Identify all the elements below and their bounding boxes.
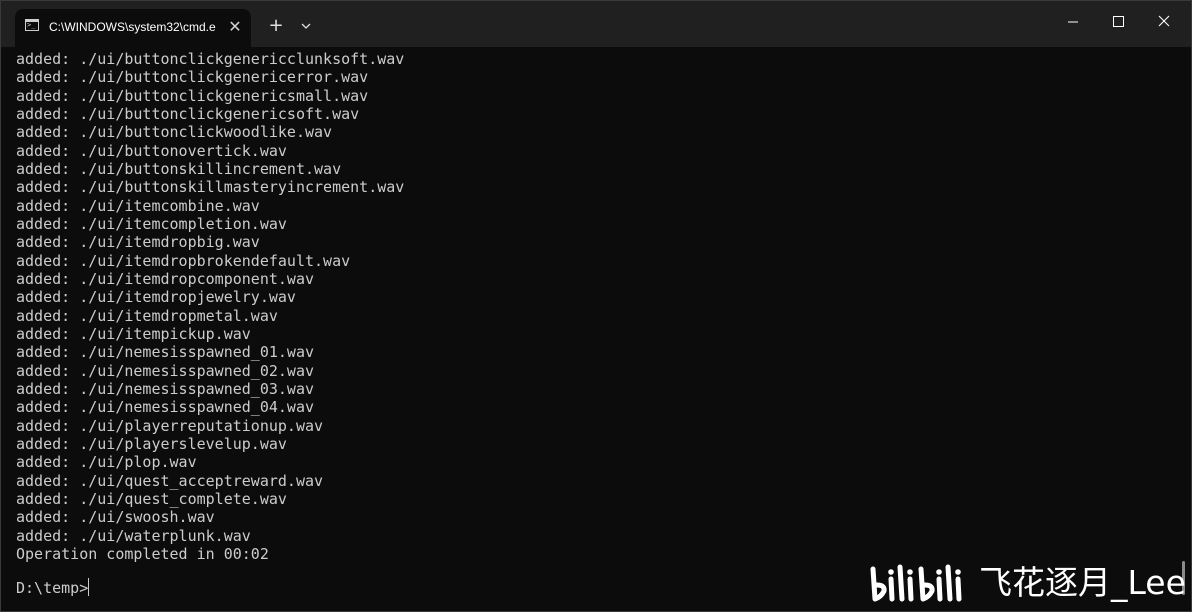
output-line: added: ./ui/waterplunk.wav	[16, 526, 251, 545]
output-line: added: ./ui/playerreputationup.wav	[16, 416, 324, 435]
output-line: added: ./ui/nemesisspawned_04.wav	[16, 398, 315, 417]
close-icon	[1158, 15, 1170, 27]
title-bar[interactable]: C:\WINDOWS\system32\cmd.e ✕ +	[1, 1, 1191, 47]
scrollbar[interactable]	[1177, 47, 1191, 611]
terminal-window: C:\WINDOWS\system32\cmd.e ✕ +	[0, 0, 1192, 612]
output-line: added: ./ui/buttonclickgenericsmall.wav	[16, 86, 369, 105]
command-prompt[interactable]: D:\temp>	[16, 578, 90, 598]
output-line: added: ./ui/itemcompletion.wav	[16, 214, 287, 233]
tab-close-button[interactable]: ✕	[224, 16, 246, 38]
tab-cmd[interactable]: C:\WINDOWS\system32\cmd.e ✕	[15, 9, 251, 47]
output-line: added: ./ui/swoosh.wav	[16, 508, 215, 527]
output-line: added: ./ui/buttonovertick.wav	[16, 141, 287, 160]
output-line: added: ./ui/nemesisspawned_01.wav	[16, 343, 315, 362]
output-line: added: ./ui/itemdropbrokendefault.wav	[16, 251, 351, 270]
output-line: added: ./ui/buttonclickgenericclunksoft.…	[16, 50, 405, 68]
chevron-down-icon	[301, 23, 311, 29]
output-line: added: ./ui/buttonclickwoodlike.wav	[16, 123, 333, 142]
new-tab-button[interactable]: +	[263, 13, 289, 39]
tab-title: C:\WINDOWS\system32\cmd.e	[49, 20, 216, 34]
watermark-text: 飞花逐月_Lee	[979, 563, 1186, 602]
output-lines: added: ./ui/buttonclickgenericclunksoft.…	[16, 50, 404, 563]
output-line: added: ./ui/buttonclickgenericerror.wav	[16, 68, 369, 87]
maximize-icon	[1113, 16, 1124, 27]
output-line: added: ./ui/buttonclickgenericsoft.wav	[16, 104, 360, 123]
output-line: added: ./ui/nemesisspawned_02.wav	[16, 361, 315, 380]
output-line: added: ./ui/quest_complete.wav	[16, 489, 287, 508]
prompt-text: D:\temp>	[16, 579, 89, 597]
minimize-button[interactable]	[1050, 3, 1096, 41]
tab-dropdown-button[interactable]	[293, 13, 319, 39]
text-cursor	[88, 578, 90, 596]
output-line: added: ./ui/nemesisspawned_03.wav	[16, 379, 315, 398]
bilibili-logo	[870, 564, 962, 602]
output-line: added: ./ui/playerslevelup.wav	[16, 434, 287, 453]
console-output[interactable]: added: ./ui/buttonclickgenericclunksoft.…	[1, 47, 1177, 611]
close-button[interactable]	[1142, 3, 1188, 41]
output-line: added: ./ui/itemdropjewelry.wav	[16, 288, 296, 307]
output-line: added: ./ui/itemdropbig.wav	[16, 233, 260, 252]
output-line: added: ./ui/itempickup.wav	[16, 324, 251, 343]
status-line: Operation completed in 00:02	[16, 544, 269, 563]
maximize-button[interactable]	[1096, 3, 1142, 41]
output-line: added: ./ui/plop.wav	[16, 453, 197, 472]
terminal-icon	[25, 19, 39, 31]
output-line: added: ./ui/buttonskillmasteryincrement.…	[16, 178, 405, 197]
watermark: 飞花逐月_Lee	[867, 561, 1186, 611]
minimize-icon	[1068, 21, 1078, 23]
output-line: added: ./ui/itemdropcomponent.wav	[16, 269, 315, 288]
output-line: added: ./ui/itemdropmetal.wav	[16, 306, 278, 325]
output-line: added: ./ui/quest_acceptreward.wav	[16, 471, 324, 490]
output-line: added: ./ui/itemcombine.wav	[16, 196, 260, 215]
output-line: added: ./ui/buttonskillincrement.wav	[16, 159, 342, 178]
